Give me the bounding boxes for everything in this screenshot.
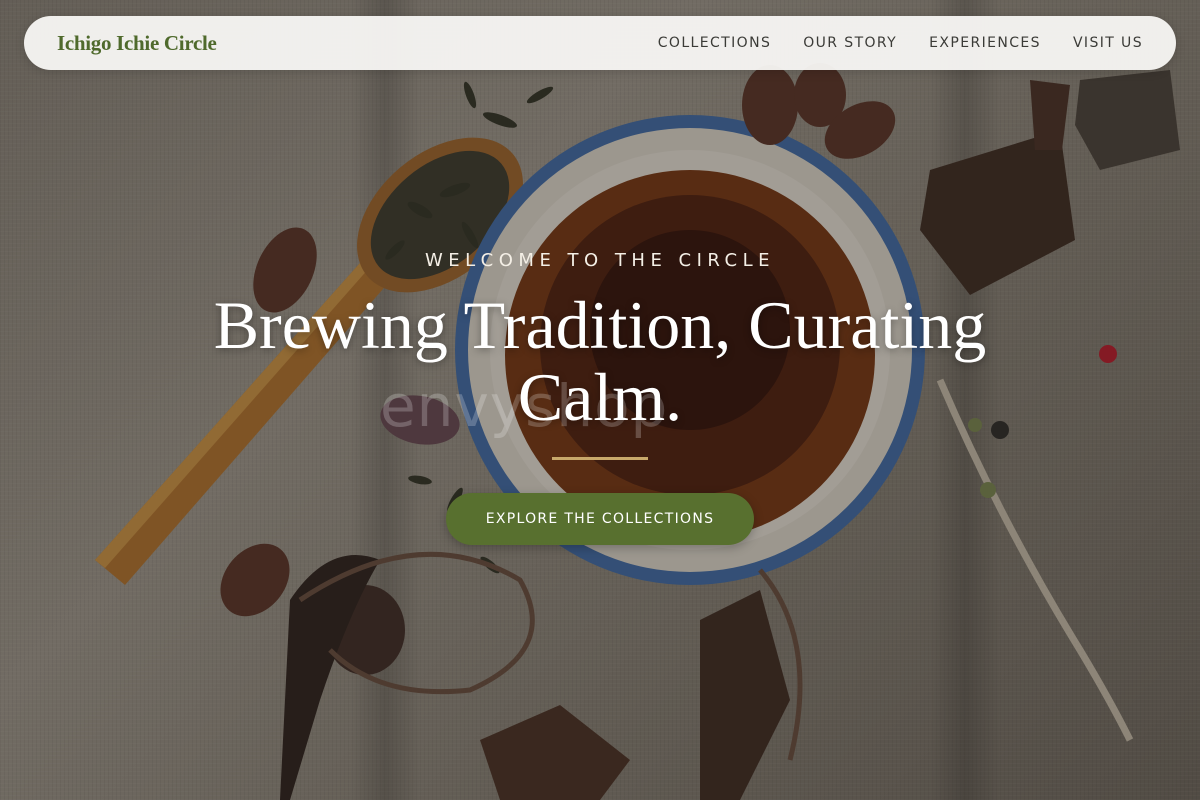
hero-divider bbox=[552, 457, 648, 460]
nav-link-experiences[interactable]: EXPERIENCES bbox=[929, 35, 1041, 51]
nav-link-visit-us[interactable]: VISIT US bbox=[1073, 35, 1143, 51]
nav-link-our-story[interactable]: OUR STORY bbox=[803, 35, 897, 51]
hero-eyebrow: WELCOME TO THE CIRCLE bbox=[424, 250, 776, 271]
explore-collections-button[interactable]: EXPLORE THE COLLECTIONS bbox=[446, 493, 754, 545]
hero-headline: Brewing Tradition, Curating Calm. bbox=[213, 287, 987, 435]
brand-logo[interactable]: Ichigo Ichie Circle bbox=[57, 31, 217, 56]
hero-content: WELCOME TO THE CIRCLE Brewing Tradition,… bbox=[0, 250, 1200, 545]
top-nav: Ichigo Ichie Circle COLLECTIONS OUR STOR… bbox=[24, 16, 1176, 70]
nav-link-collections[interactable]: COLLECTIONS bbox=[658, 35, 771, 51]
nav-links: COLLECTIONS OUR STORY EXPERIENCES VISIT … bbox=[658, 35, 1143, 51]
